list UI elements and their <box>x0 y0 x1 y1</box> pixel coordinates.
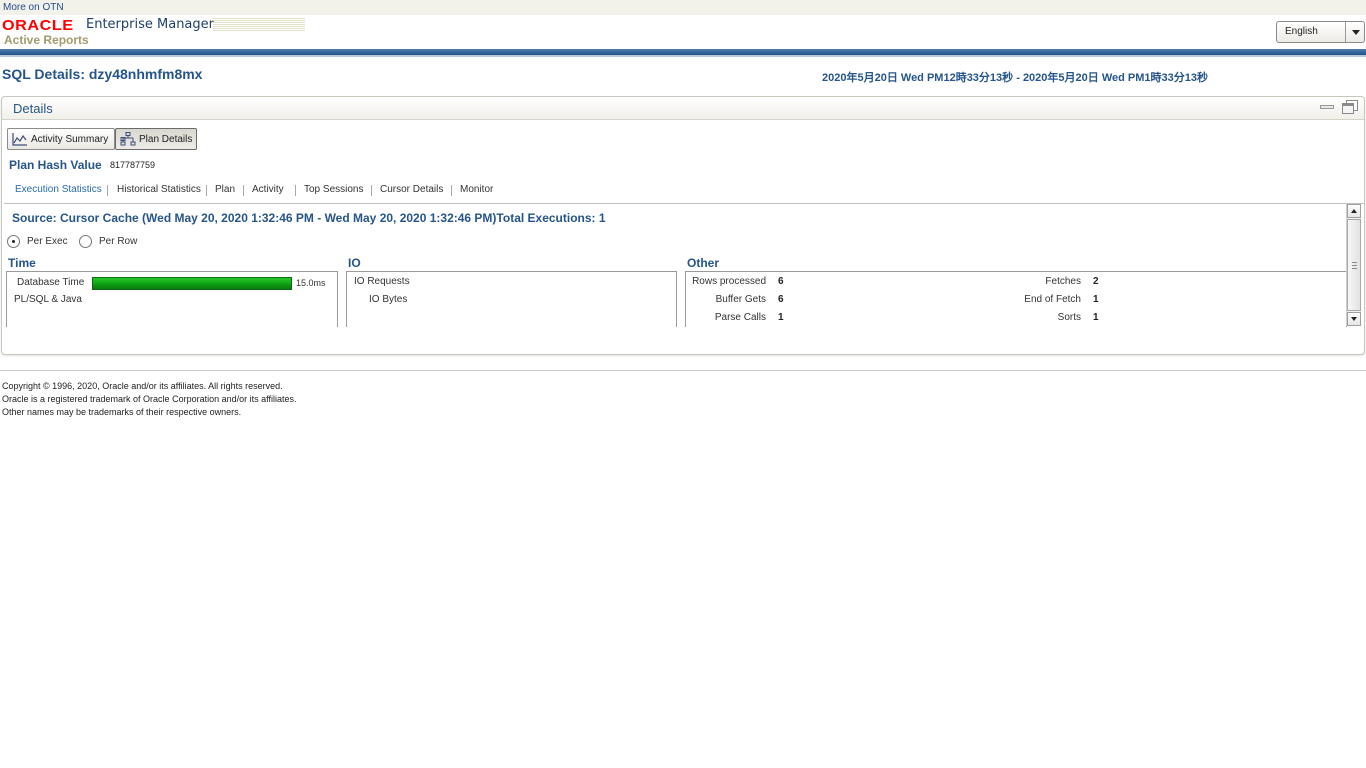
io-section-title: IO <box>348 256 361 270</box>
details-panel: Details Activity Summary Plan Details Pl… <box>1 96 1365 355</box>
page-title: SQL Details: dzy48nhmfm8mx <box>2 66 203 82</box>
activity-summary-label: Activity Summary <box>31 134 109 145</box>
more-on-otn-link[interactable]: More on OTN <box>3 2 64 13</box>
subnav-top-sessions[interactable]: Top Sessions <box>304 184 363 195</box>
subnav-activity[interactable]: Activity <box>252 184 284 195</box>
panel-title: Details <box>13 101 53 116</box>
subnav-separator <box>206 185 207 196</box>
subnav-separator <box>295 185 296 196</box>
activity-summary-button[interactable]: Activity Summary <box>7 128 115 150</box>
io-bytes-label: IO Bytes <box>369 294 408 305</box>
plan-details-button[interactable]: Plan Details <box>115 128 197 150</box>
content-scrollbar[interactable] <box>1346 204 1361 326</box>
subnav-plan[interactable]: Plan <box>215 184 235 195</box>
scroll-down-icon[interactable] <box>1347 312 1361 326</box>
subnav-separator <box>107 185 108 196</box>
sorts-value: 1 <box>1093 312 1099 323</box>
io-section: IO Requests IO Bytes <box>346 271 677 327</box>
tree-diagram-icon <box>120 132 136 146</box>
buffer-gets-label: Buffer Gets <box>715 294 766 305</box>
scroll-up-icon[interactable] <box>1347 204 1361 218</box>
footer-divider <box>0 370 1366 371</box>
rows-processed-value: 6 <box>778 276 784 287</box>
fetches-value: 2 <box>1093 276 1099 287</box>
panel-header: Details <box>2 97 1364 120</box>
other-section: Rows processed 6 Buffer Gets 6 Parse Cal… <box>685 271 1347 327</box>
restore-icon[interactable] <box>1342 100 1358 114</box>
subnav-historical-statistics[interactable]: Historical Statistics <box>117 184 201 195</box>
parse-calls-label: Parse Calls <box>714 312 766 323</box>
per-row-label[interactable]: Per Row <box>99 236 137 247</box>
chevron-down-icon <box>1345 22 1364 42</box>
execution-statistics-content: Source: Cursor Cache (Wed May 20, 2020 1… <box>4 203 1365 327</box>
database-time-bar <box>92 277 292 290</box>
decorative-stripes <box>213 18 305 32</box>
database-time-label: Database Time <box>17 277 85 288</box>
fetches-label: Fetches <box>1045 276 1081 287</box>
subnav-execution-statistics[interactable]: Execution Statistics <box>15 184 102 195</box>
sorts-label: Sorts <box>1057 312 1081 323</box>
plan-hash-value: 817787759 <box>110 160 156 170</box>
plan-hash-label: Plan Hash Value <box>9 158 102 172</box>
brand-header: ORACLE Enterprise Manager Active Reports <box>2 16 312 50</box>
time-section: Database Time 15.0ms PL/SQL & Java <box>6 271 338 327</box>
time-range: 2020年5月20日 Wed PM12時33分13秒 - 2020年5月20日 … <box>822 72 1208 84</box>
trademark-line: Oracle is a registered trademark of Orac… <box>2 394 297 404</box>
subnav-cursor-details[interactable]: Cursor Details <box>380 184 443 195</box>
source-line: Source: Cursor Cache (Wed May 20, 2020 1… <box>12 211 606 225</box>
scroll-thumb[interactable] <box>1347 219 1361 311</box>
plan-details-label: Plan Details <box>139 134 193 145</box>
language-value: English <box>1285 26 1318 37</box>
plsql-java-label: PL/SQL & Java <box>14 294 82 305</box>
per-exec-radio[interactable] <box>7 235 20 248</box>
product-title: Enterprise Manager <box>86 17 214 32</box>
io-requests-label: IO Requests <box>354 276 410 287</box>
oracle-logo: ORACLE <box>2 17 74 34</box>
copyright-line: Copyright © 1996, 2020, Oracle and/or it… <box>2 381 283 391</box>
rows-processed-label: Rows processed <box>692 276 766 287</box>
subnav-separator <box>243 185 244 196</box>
header-divider <box>0 49 1366 57</box>
per-row-radio[interactable] <box>79 235 92 248</box>
subnav-separator <box>371 185 372 196</box>
area-chart-icon <box>12 132 28 146</box>
end-of-fetch-value: 1 <box>1093 294 1099 305</box>
subnav-monitor[interactable]: Monitor <box>460 184 493 195</box>
top-bar: More on OTN <box>0 0 1366 15</box>
language-select[interactable]: English <box>1276 21 1365 43</box>
other-trademarks-line: Other names may be trademarks of their r… <box>2 407 242 417</box>
per-exec-label[interactable]: Per Exec <box>27 236 68 247</box>
database-time-value: 15.0ms <box>296 278 326 288</box>
end-of-fetch-label: End of Fetch <box>1024 294 1081 305</box>
time-section-title: Time <box>8 256 36 270</box>
buffer-gets-value: 6 <box>778 294 784 305</box>
active-reports-label: Active Reports <box>4 33 89 47</box>
footer: Copyright © 1996, 2020, Oracle and/or it… <box>2 380 296 419</box>
minimize-icon[interactable] <box>1320 105 1334 109</box>
parse-calls-value: 1 <box>778 312 784 323</box>
other-section-title: Other <box>687 256 720 270</box>
subnav-separator <box>451 185 452 196</box>
